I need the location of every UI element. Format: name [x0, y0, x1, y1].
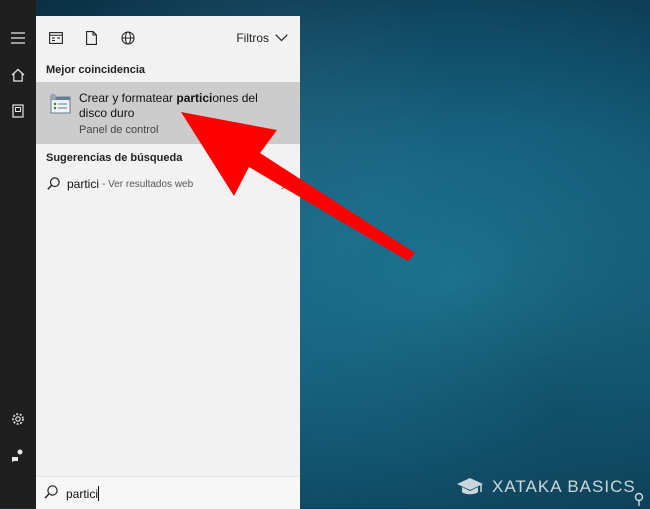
search-box[interactable]: [36, 476, 300, 509]
suggestion-item[interactable]: partici - Ver resultados web: [36, 173, 300, 195]
search-icon: [44, 485, 58, 499]
best-match-title: Crear y formatear particiones del disco …: [79, 91, 289, 121]
chevron-right-icon[interactable]: [281, 179, 288, 190]
hamburger-menu-icon[interactable]: [0, 20, 36, 56]
best-match-title-start: Crear y formatear: [79, 91, 177, 105]
best-match-result[interactable]: Crear y formatear particiones del disco …: [36, 82, 300, 144]
suggestion-query: partici: [67, 177, 100, 191]
location-pin-icon: [634, 492, 644, 506]
suggestion-hint: - Ver resultados web: [102, 178, 194, 190]
graduation-cap-icon: [457, 478, 483, 495]
start-rail: [0, 0, 36, 508]
suggestions-heading: Sugerencias de búsqueda: [46, 152, 183, 164]
watermark-text: XATAKA BASICS: [492, 477, 636, 496]
feedback-icon[interactable]: [0, 437, 36, 473]
filters-label: Filtros: [236, 31, 269, 45]
search-panel: Filtros Mejor coincidencia Crear y forma…: [36, 16, 300, 509]
filters-dropdown[interactable]: Filtros: [236, 28, 288, 48]
best-match-heading: Mejor coincidencia: [46, 64, 146, 76]
watermark: XATAKA BASICS: [456, 476, 636, 498]
text-caret: [98, 486, 99, 501]
disk-management-icon: [48, 92, 74, 118]
chevron-down-icon: [275, 34, 288, 42]
best-match-title-highlight: partici: [176, 91, 213, 105]
home-icon[interactable]: [0, 57, 36, 93]
filter-toolbar: Filtros: [36, 16, 300, 60]
gear-icon[interactable]: [0, 401, 36, 437]
apps-filter-icon[interactable]: [46, 28, 66, 48]
notebook-icon[interactable]: [0, 93, 36, 129]
search-icon: [47, 177, 60, 190]
best-match-subtitle: Panel de control: [79, 124, 159, 136]
document-filter-icon[interactable]: [81, 28, 101, 48]
globe-filter-icon[interactable]: [118, 28, 138, 48]
